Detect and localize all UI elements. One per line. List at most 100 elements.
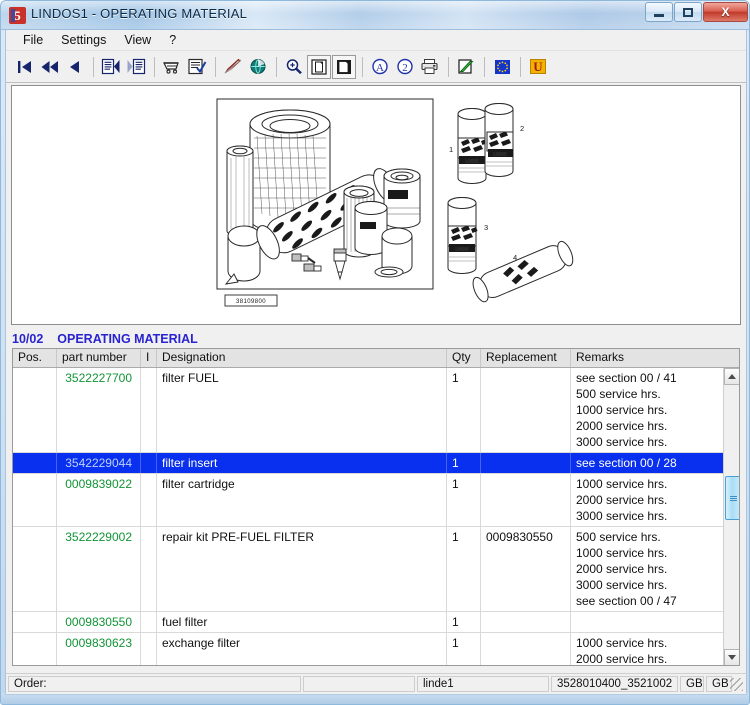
shopping-cart-icon[interactable] <box>160 55 184 79</box>
table-body: 3522227700 filter FUEL 1 see section 00 / 4… <box>13 368 725 666</box>
cell-part-number: 3542229044 <box>57 453 141 473</box>
cell-part-number: 3522227700 <box>57 368 141 452</box>
minimize-button[interactable] <box>645 2 673 22</box>
table-row-selected[interactable]: 3542229044 filter insert 1 see section 00 /… <box>13 453 725 474</box>
status-language-1: GB <box>680 676 704 692</box>
svg-text:U: U <box>533 59 543 74</box>
cell-replacement <box>481 612 571 632</box>
close-button[interactable]: X <box>703 2 748 22</box>
eu-flag-icon[interactable] <box>490 55 514 79</box>
status-order-field[interactable]: Order: <box>8 676 301 692</box>
cell-i <box>141 368 157 452</box>
letter-u-icon[interactable]: U <box>526 55 550 79</box>
menu-file[interactable]: File <box>14 31 52 49</box>
svg-text:38109800: 38109800 <box>236 299 266 305</box>
table-row[interactable]: 3522229002 repair kit PRE-FUEL FILTER 1 000… <box>13 527 725 612</box>
resize-grip-icon[interactable] <box>730 678 743 691</box>
cell-qty: 1 <box>447 612 481 632</box>
rewind-icon[interactable] <box>38 55 62 79</box>
status-document-field: 3528010400_3521002 <box>551 676 678 692</box>
part-diagram: 38109800 LINDE LINDE LINDE 1 2 3 4 <box>12 86 740 324</box>
triangle-up-icon <box>728 374 736 379</box>
menu-help[interactable]: ? <box>160 31 185 49</box>
window-controls: X <box>645 2 748 22</box>
cell-remarks: 1000 service hrs. 2000 service hrs. 3000… <box>576 477 668 523</box>
section-header: 10/02 OPERATING MATERIAL <box>12 329 740 348</box>
window-title: LINDOS1 - OPERATING MATERIAL <box>31 6 248 21</box>
page-fit-icon[interactable] <box>307 54 331 79</box>
scrollbar-thumb[interactable] <box>725 476 739 520</box>
document-next-icon[interactable] <box>124 55 148 79</box>
grip-icon <box>729 495 737 501</box>
menu-settings[interactable]: Settings <box>52 31 115 49</box>
zoom-in-icon[interactable] <box>282 55 306 79</box>
number-two-icon[interactable]: 2 <box>393 55 417 79</box>
maximize-icon <box>683 7 693 17</box>
toolbar: A 2 U <box>6 51 746 83</box>
minimize-icon <box>654 13 664 17</box>
table-row[interactable]: 3522227700 filter FUEL 1 see section 00 / 4… <box>13 368 725 453</box>
status-blank-field <box>303 676 415 692</box>
document-first-icon[interactable] <box>99 55 123 79</box>
first-record-icon[interactable] <box>13 55 37 79</box>
table-row[interactable]: 0009830623 exchange filter 1 1000 service h… <box>13 633 725 666</box>
toolbar-separator <box>448 56 449 77</box>
column-header-remarks[interactable]: Remarks <box>571 349 725 367</box>
cell-pos <box>13 474 57 526</box>
svg-text:LINDE: LINDE <box>466 159 479 164</box>
svg-text:2: 2 <box>402 62 408 74</box>
menu-view[interactable]: View <box>115 31 160 49</box>
table-row[interactable]: 0009830550 fuel filter 1 <box>13 612 725 633</box>
cell-i <box>141 474 157 526</box>
scroll-up-button[interactable] <box>724 368 739 385</box>
page-icon[interactable] <box>332 54 356 79</box>
printer-icon[interactable] <box>418 55 442 79</box>
cell-pos <box>13 453 57 473</box>
maximize-button[interactable] <box>674 2 702 22</box>
svg-text:LINDE: LINDE <box>494 152 507 157</box>
cell-replacement: 0009830550 <box>481 527 571 611</box>
column-header-i[interactable]: I <box>141 349 157 367</box>
callout-2: 2 <box>520 124 524 133</box>
callout-4: 4 <box>513 253 517 262</box>
cell-designation: repair kit PRE-FUEL FILTER <box>157 527 447 611</box>
cell-pos <box>13 612 57 632</box>
letter-a-icon[interactable]: A <box>368 55 392 79</box>
pen-icon[interactable] <box>221 55 245 79</box>
order-list-icon[interactable] <box>185 55 209 79</box>
triangle-down-icon <box>728 655 736 660</box>
cell-replacement <box>481 368 571 452</box>
status-language-2: GB <box>706 676 732 692</box>
column-header-qty[interactable]: Qty <box>447 349 481 367</box>
column-header-pos[interactable]: Pos. <box>13 349 57 367</box>
callout-1: 1 <box>449 145 453 154</box>
column-header-designation[interactable]: Designation <box>157 349 447 367</box>
title-bar: 5 LINDOS1 - OPERATING MATERIAL X <box>1 1 749 30</box>
column-header-part-number[interactable]: part number <box>57 349 141 367</box>
cell-qty: 1 <box>447 474 481 526</box>
cell-designation: filter insert <box>157 453 447 473</box>
callout-3: 3 <box>484 223 488 232</box>
cell-remarks: 1000 service hrs. 2000 service hrs. 3000… <box>576 636 668 666</box>
part-diagram-viewport[interactable]: 38109800 LINDE LINDE LINDE 1 2 3 4 <box>11 85 741 325</box>
cell-qty: 1 <box>447 527 481 611</box>
toolbar-separator <box>362 56 363 77</box>
column-header-replacement[interactable]: Replacement <box>481 349 571 367</box>
toolbar-separator <box>154 56 155 77</box>
status-database-field: linde1 <box>417 676 549 692</box>
cell-remarks: 500 service hrs. 1000 service hrs. 2000 … <box>576 530 677 608</box>
svg-text:5: 5 <box>14 8 21 23</box>
notepad-icon[interactable] <box>454 55 478 79</box>
section-title-text: OPERATING MATERIAL <box>57 331 198 346</box>
table-row[interactable]: 0009839022 filter cartridge 1 1000 service … <box>13 474 725 527</box>
cell-remarks: see section 00 / 41 500 service hrs. 100… <box>576 371 677 449</box>
table-vertical-scrollbar[interactable] <box>723 368 739 665</box>
cell-qty: 1 <box>447 368 481 452</box>
client-area: File Settings View ? A 2 U 38109800 LIND… <box>5 30 747 673</box>
status-bar: Order: linde1 3528010400_3521002 GB GB <box>5 673 747 695</box>
scroll-down-button[interactable] <box>724 649 739 665</box>
svg-text:LINDE: LINDE <box>456 247 469 252</box>
cell-i <box>141 612 157 632</box>
globe-icon[interactable] <box>246 55 270 79</box>
previous-record-icon[interactable] <box>63 55 87 79</box>
